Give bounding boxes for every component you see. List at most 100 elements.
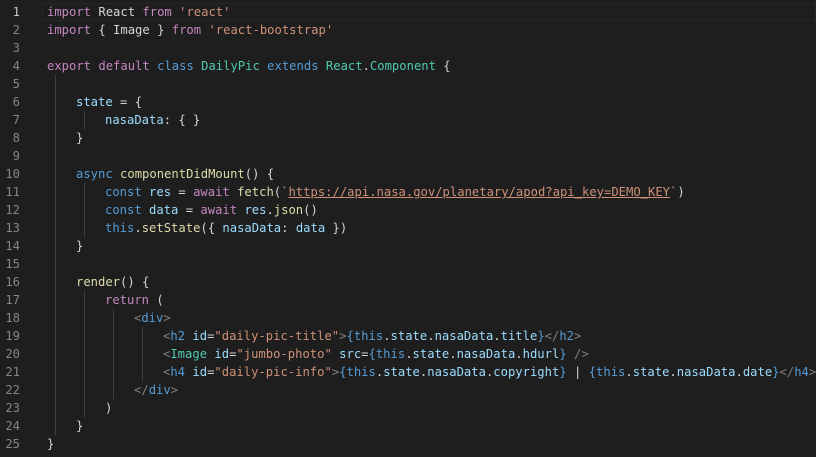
code-token: } — [76, 239, 84, 253]
code-line[interactable]: </div> — [47, 381, 816, 399]
code-token: . — [383, 329, 391, 343]
code-line[interactable]: <h2 id="daily-pic-title">{this.state.nas… — [47, 327, 816, 345]
indent-guide — [84, 309, 85, 327]
code-token: . — [669, 365, 677, 379]
indent-guide — [142, 363, 143, 381]
code-token: } — [772, 365, 780, 379]
indent-guide — [55, 75, 56, 93]
indent-guide — [55, 237, 56, 255]
indent-guide — [55, 93, 56, 111]
code-token: nasaData — [105, 113, 164, 127]
code-token: from — [171, 23, 202, 37]
indent-guide — [55, 273, 56, 291]
code-line[interactable]: <Image id="jumbo-photo" src={this.state.… — [47, 345, 816, 363]
code-line[interactable]: const res = await fetch(`https://api.nas… — [47, 183, 816, 201]
indent-guide — [84, 111, 85, 129]
code-token: nasaData — [676, 365, 736, 379]
code-line[interactable] — [47, 39, 816, 57]
code-line[interactable]: <h4 id="daily-pic-info">{this.state.nasa… — [47, 363, 816, 381]
code-token: async — [76, 167, 113, 181]
indent-guide — [55, 345, 56, 363]
code-content: import { Image } from 'react-bootstrap' — [47, 23, 333, 37]
indent-guide — [55, 417, 56, 435]
code-token: . — [493, 329, 501, 343]
code-content — [47, 149, 76, 163]
code-token: json — [273, 203, 304, 217]
code-line[interactable]: state = { — [47, 93, 816, 111]
code-token: } — [559, 347, 567, 361]
indent-guide — [113, 309, 114, 327]
code-token: </ — [134, 383, 149, 397]
code-line[interactable]: const data = await res.json() — [47, 201, 816, 219]
code-token: ) — [677, 185, 685, 199]
code-token: div — [141, 311, 164, 325]
indent-guide — [55, 219, 56, 237]
code-token: ) — [105, 401, 113, 415]
indent-guide — [55, 183, 56, 201]
code-token: } — [76, 419, 84, 433]
code-line[interactable]: async componentDidMount() { — [47, 165, 816, 183]
code-token: from — [142, 5, 172, 19]
code-token: h4 — [794, 365, 809, 379]
code-line[interactable] — [47, 75, 816, 93]
code-line[interactable]: render() { — [47, 273, 816, 291]
code-content: } — [47, 131, 83, 145]
line-number: 14 — [5, 239, 20, 253]
code-editor[interactable]: 1 2 3 4 5 6 7 8 9 10 11 12 13 14 15 16 17 18 19 20 21 22 23 24 2… — [0, 0, 816, 457]
code-token: . — [427, 329, 435, 343]
code-line[interactable]: import { Image } from 'react-bootstrap' — [47, 21, 816, 39]
code-line[interactable]: nasaData: { } — [47, 111, 816, 129]
code-token: this — [353, 329, 384, 343]
code-token: . — [735, 365, 743, 379]
code-area[interactable]: import React from 'react' import { Image … — [47, 3, 816, 453]
code-line[interactable]: } — [47, 237, 816, 255]
code-token: { — [339, 365, 347, 379]
code-line[interactable]: } — [47, 435, 816, 453]
code-token: fetch — [237, 185, 274, 199]
code-line[interactable]: <div> — [47, 309, 816, 327]
indent-guide — [55, 129, 56, 147]
code-content: <h4 id="daily-pic-info">{this.state.nasa… — [47, 365, 816, 379]
code-line[interactable]: import React from 'react' — [47, 3, 816, 21]
code-token: { — [588, 365, 597, 379]
code-token: } — [47, 437, 55, 451]
code-token: ({ — [200, 221, 223, 235]
code-token: date — [742, 365, 773, 379]
code-content: async componentDidMount() { — [47, 167, 274, 181]
line-number: 15 — [5, 257, 20, 271]
indent-guide — [55, 309, 56, 327]
code-token: hdurl — [522, 347, 560, 361]
indent-guide — [84, 183, 85, 201]
code-line[interactable]: export default class DailyPic extends Re… — [47, 57, 816, 75]
indent-guide — [55, 147, 56, 165]
code-line[interactable]: return ( — [47, 291, 816, 309]
code-token: h2 — [559, 329, 575, 343]
indent-guide — [55, 201, 56, 219]
code-content — [47, 77, 76, 91]
code-line[interactable] — [47, 255, 816, 273]
code-token: const — [105, 185, 142, 199]
code-content: import React from 'react' — [47, 5, 230, 19]
code-token: 'react-bootstrap' — [208, 23, 334, 37]
code-token: class — [157, 59, 194, 73]
code-content: state = { — [47, 95, 142, 109]
code-token: setState — [141, 221, 201, 235]
code-content: <h2 id="daily-pic-title">{this.state.nas… — [47, 329, 581, 343]
code-line[interactable]: ) — [47, 399, 816, 417]
code-token[interactable]: https://api.nasa.gov/planetary/apod?api_… — [288, 185, 670, 199]
code-line[interactable] — [47, 147, 816, 165]
indent-guide — [55, 111, 56, 129]
line-number-gutter[interactable]: 1 2 3 4 5 6 7 8 9 10 11 12 13 14 15 16 17 18 19 20 21 22 23 24 2… — [0, 3, 42, 453]
code-line[interactable]: } — [47, 129, 816, 147]
code-line[interactable]: this.setState({ nasaData: data }) — [47, 219, 816, 237]
code-content: ) — [47, 401, 112, 415]
code-line[interactable]: } — [47, 417, 816, 435]
line-number: 11 — [5, 185, 20, 199]
indent-guide — [113, 327, 114, 345]
indent-guide — [142, 345, 143, 363]
code-token: . — [134, 221, 142, 235]
code-token: DailyPic — [201, 59, 260, 73]
code-token: h2 — [170, 329, 186, 343]
